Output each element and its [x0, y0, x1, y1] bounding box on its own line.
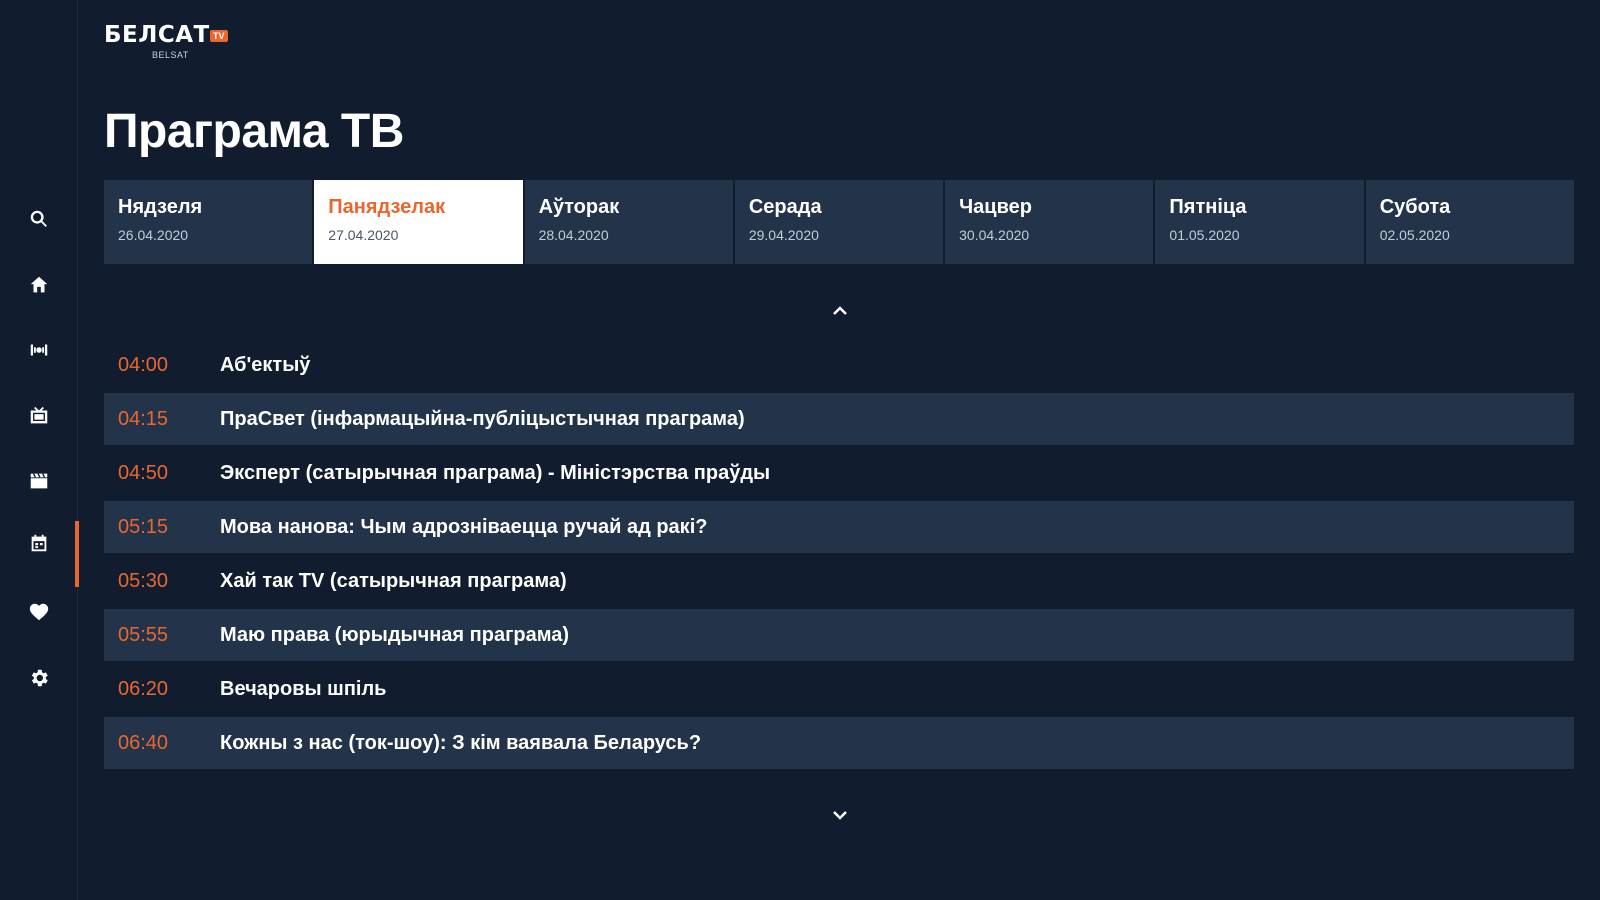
schedule-row[interactable]: 05:15 Мова нанова: Чым адрозніваецца руч… — [104, 501, 1574, 553]
sidebar-item-settings[interactable] — [0, 656, 78, 704]
chevron-up-icon — [831, 304, 849, 322]
tab-date-label: 27.04.2020 — [328, 227, 399, 243]
program-title: Хай так TV (сатырычная праграма) — [220, 569, 567, 592]
schedule-row[interactable]: 04:00 Аб'ектыў — [104, 339, 1574, 391]
tab-date-label: 30.04.2020 — [959, 227, 1030, 243]
program-title: Аб'ектыў — [220, 353, 311, 376]
program-time: 06:20 — [118, 677, 169, 700]
schedule-row[interactable]: 06:40 Кожны з нас (ток-шоу): З кім ваява… — [104, 717, 1574, 769]
tab-wednesday[interactable]: Серада 29.04.2020 — [734, 180, 944, 264]
tab-date-label: 28.04.2020 — [538, 227, 609, 243]
sidebar-item-search[interactable] — [0, 197, 78, 245]
program-time: 05:55 — [118, 623, 169, 646]
sidebar-item-home[interactable] — [0, 263, 78, 311]
logo-tv-badge: TV — [210, 30, 228, 42]
schedule-row[interactable]: 04:50 Эксперт (сатырычная праграма) - Мі… — [104, 447, 1574, 499]
heart-icon — [28, 601, 50, 628]
clapperboard-icon — [28, 470, 50, 497]
schedule-list: 04:00 Аб'ектыў 04:15 ПраСвет (інфармацый… — [104, 339, 1574, 771]
tab-date-label: 01.05.2020 — [1169, 227, 1240, 243]
schedule-row[interactable]: 05:55 Маю права (юрыдычная праграма) — [104, 609, 1574, 661]
schedule-row[interactable]: 04:15 ПраСвет (інфармацыйна-публіцыстычн… — [104, 393, 1574, 445]
live-broadcast-icon — [28, 339, 50, 366]
program-title: ПраСвет (інфармацыйна-публіцыстычная пра… — [220, 407, 745, 430]
tab-day-label: Панядзелак — [328, 196, 446, 218]
tv-icon — [28, 405, 50, 432]
scroll-up-button[interactable] — [828, 304, 852, 322]
tab-day-label: Пятніца — [1169, 196, 1247, 218]
program-title: Кожны з нас (ток-шоу): З кім ваявала Бел… — [220, 731, 702, 754]
tab-day-label: Субота — [1379, 196, 1451, 218]
day-tabs: Нядзеля 26.04.2020 Панядзелак 27.04.2020… — [104, 180, 1574, 264]
program-time: 04:00 — [118, 353, 169, 376]
program-time: 04:50 — [118, 461, 169, 484]
page-title: Праграма ТВ — [104, 105, 404, 158]
tab-sunday[interactable]: Нядзеля 26.04.2020 — [104, 180, 313, 264]
tab-thursday[interactable]: Чацвер 30.04.2020 — [945, 180, 1154, 264]
program-time: 04:15 — [118, 407, 169, 430]
tab-day-label: Аўторак — [538, 196, 620, 218]
tab-day-label: Нядзеля — [118, 196, 203, 218]
program-title: Мова нанова: Чым адрозніваецца ручай ад … — [220, 515, 708, 538]
program-title: Вечаровы шпіль — [220, 677, 387, 700]
tab-day-label: Серада — [748, 196, 822, 218]
app-root: БЕЛСАТ TV BELSAT Праграма ТВ Нядзеля 26.… — [0, 0, 1600, 900]
chevron-down-icon — [831, 808, 849, 826]
tab-date-label: 29.04.2020 — [748, 227, 819, 243]
gear-icon — [28, 667, 50, 694]
program-time: 05:30 — [118, 569, 169, 592]
sidebar-item-films[interactable] — [0, 459, 78, 507]
schedule-row[interactable]: 05:30 Хай так TV (сатырычная праграма) — [104, 555, 1574, 607]
tab-friday[interactable]: Пятніца 01.05.2020 — [1155, 180, 1364, 264]
tab-date-label: 26.04.2020 — [118, 227, 189, 243]
program-time: 06:40 — [118, 731, 169, 754]
search-icon — [28, 208, 50, 235]
tab-day-label: Чацвер — [959, 196, 1032, 218]
program-time: 05:15 — [118, 515, 169, 538]
sidebar-item-favorites[interactable] — [0, 590, 78, 638]
sidebar-item-tv[interactable] — [0, 394, 78, 442]
tab-monday[interactable]: Панядзелак 27.04.2020 — [314, 180, 523, 264]
home-icon — [28, 274, 50, 301]
sidebar-item-live[interactable] — [0, 328, 78, 376]
sidebar — [0, 0, 79, 900]
calendar-icon — [28, 532, 50, 559]
program-title: Маю права (юрыдычная праграма) — [220, 623, 570, 646]
tab-tuesday[interactable]: Аўторак 28.04.2020 — [524, 180, 733, 264]
tab-saturday[interactable]: Субота 02.05.2020 — [1365, 180, 1574, 264]
tab-date-label: 02.05.2020 — [1379, 227, 1450, 243]
schedule-row[interactable]: 06:20 Вечаровы шпіль — [104, 663, 1574, 715]
logo-subtitle: BELSAT — [152, 50, 189, 60]
program-title: Эксперт (сатырычная праграма) - Міністэр… — [220, 461, 771, 484]
belsat-logo: БЕЛСАТ TV BELSAT — [104, 22, 234, 66]
logo-wordmark: БЕЛСАТ — [104, 22, 210, 48]
sidebar-item-schedule[interactable] — [0, 521, 79, 587]
scroll-down-button[interactable] — [828, 808, 852, 826]
